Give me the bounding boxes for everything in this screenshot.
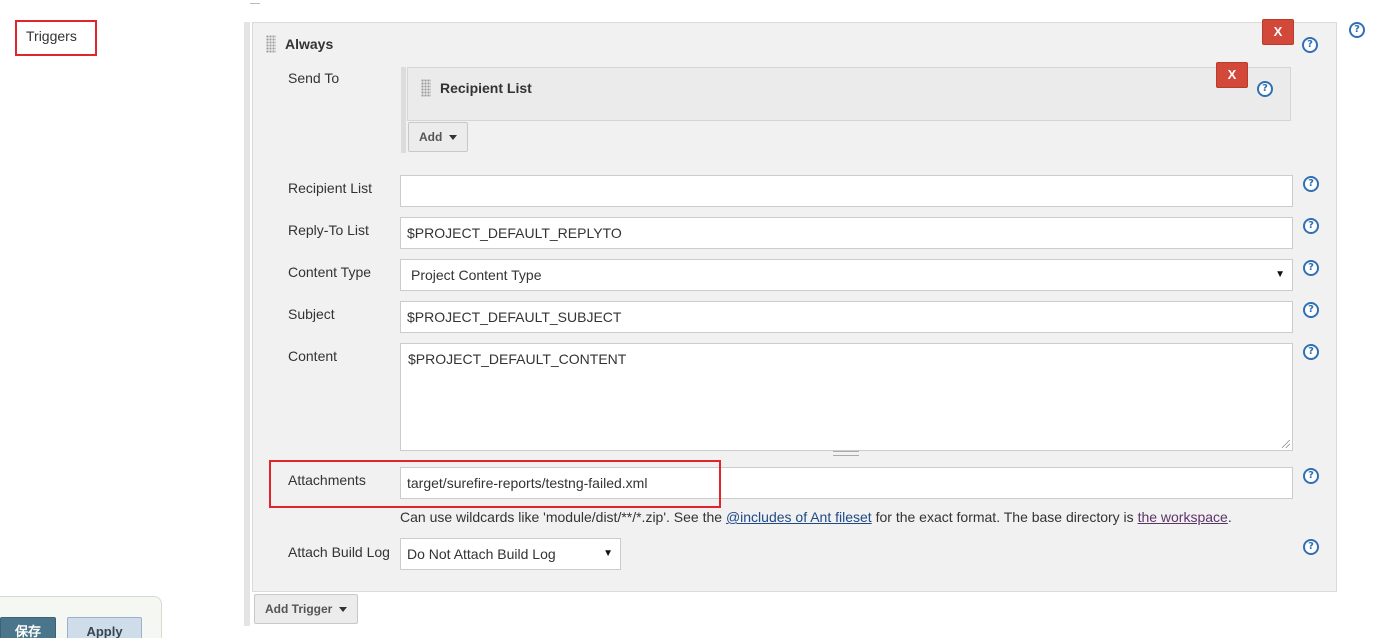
content-value: $PROJECT_DEFAULT_CONTENT [408,351,627,367]
caret-down-icon: ▼ [603,548,613,559]
send-to-label: Send To [288,70,340,86]
content-label: Content [288,348,338,364]
add-trigger-button[interactable]: Add Trigger [254,594,359,624]
subject-input[interactable]: $PROJECT_DEFAULT_SUBJECT [400,301,1293,333]
caret-down-icon [339,607,348,613]
content-type-value: Project Content Type [411,267,542,283]
remove-trigger-button[interactable]: X [1262,19,1294,45]
save-button[interactable]: 保存 [0,617,56,638]
trigger-rail [244,22,250,626]
help-icon[interactable] [1303,344,1319,360]
help-icon[interactable] [1257,81,1273,97]
help-icon[interactable] [1349,22,1365,38]
help-icon[interactable] [1302,37,1318,53]
workspace-link[interactable]: the workspace [1138,509,1228,525]
help-icon[interactable] [1303,302,1319,318]
help-icon[interactable] [1303,218,1319,234]
help-icon[interactable] [1303,468,1319,484]
caret-down-icon [449,135,458,141]
attach-build-log-value: Do Not Attach Build Log [407,546,556,562]
trigger-title: Always [285,36,334,52]
add-trigger-label: Add Trigger [265,602,333,616]
drag-handle-icon[interactable] [266,35,276,53]
recipient-list-label: Recipient List [288,180,373,196]
ant-fileset-link[interactable]: @includes of Ant fileset [726,509,872,525]
content-type-label: Content Type [288,264,372,280]
recipient-rail [401,67,406,153]
textarea-drag-bar[interactable] [833,451,859,456]
content-textarea[interactable]: $PROJECT_DEFAULT_CONTENT [400,343,1293,451]
recipient-list-block [407,67,1291,121]
hint-text: Can use wildcards like 'module/dist/**/*… [400,509,726,525]
remove-recipient-button[interactable]: X [1216,62,1248,88]
hint-text: for the exact format. The base directory… [871,509,1138,525]
content-type-select[interactable]: Project Content Type ▼ [400,259,1293,291]
add-recipient-button[interactable]: Add [408,122,469,152]
add-button-label: Add [419,130,443,144]
apply-button[interactable]: Apply [67,617,142,638]
resize-grip-icon[interactable] [1282,440,1290,448]
reply-to-label: Reply-To List [288,222,369,238]
attach-build-log-label: Attach Build Log [288,544,390,560]
help-icon[interactable] [1303,260,1319,276]
reply-to-input[interactable]: $PROJECT_DEFAULT_REPLYTO [400,217,1293,249]
drag-handle-icon[interactable] [421,79,431,97]
recipient-list-input[interactable] [400,175,1293,207]
help-icon[interactable] [1303,539,1319,555]
triggers-label: Triggers [15,20,97,56]
recipient-block-title: Recipient List [440,80,532,96]
help-icon[interactable] [1303,176,1319,192]
subject-label: Subject [288,306,335,322]
attachments-hint: Can use wildcards like 'module/dist/**/*… [400,509,1232,525]
caret-down-icon: ▼ [1275,269,1285,280]
attach-build-log-select[interactable]: Do Not Attach Build Log ▼ [400,538,621,570]
attachments-highlight [269,460,721,508]
hint-text: . [1227,509,1232,525]
top-divider [250,0,260,4]
